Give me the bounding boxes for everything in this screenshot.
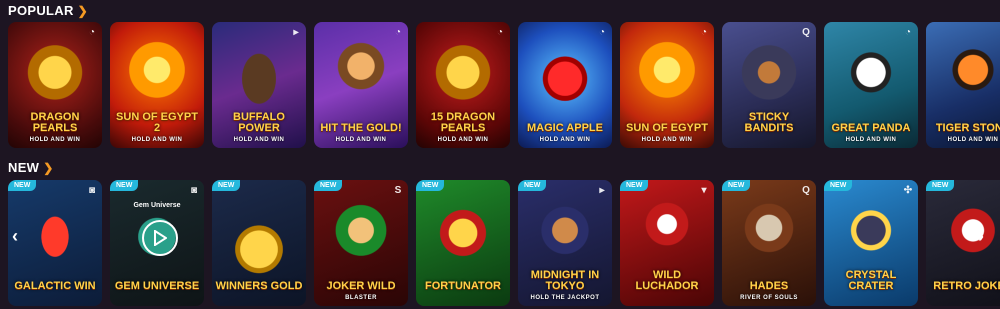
game-subtitle: HOLD AND WIN [947,137,999,143]
game-tile-wild-luchador[interactable]: NEW ▾ WILD LUCHADOR [620,180,714,306]
new-badge: NEW [416,180,445,191]
game-subtitle: HOLD AND WIN [131,137,183,143]
game-subtitle: HOLD AND WIN [335,137,387,143]
game-title: MIDNIGHT IN TOKYO [530,269,600,292]
booongo-icon: ◔ [88,26,96,38]
booongo-icon: ◔ [598,26,606,38]
game-title: GEM UNIVERSE [114,280,200,292]
booongo-icon: ◔ [904,26,912,38]
game-title: STICKY BANDITS [744,111,794,134]
game-title: 15 DRAGON PEARLS [430,111,496,134]
chevron-right-icon: ❯ [43,160,54,175]
quickspin-icon: Q [802,184,810,196]
play-icon[interactable] [142,220,178,256]
game-subtitle: HOLD AND WIN [641,137,693,143]
game-subtitle: HOLD AND WIN [437,137,489,143]
new-badge: NEW [824,180,853,191]
game-tile-gem-universe[interactable]: NEW ◙ Gem Universe GEM UNIVERSE [110,180,204,306]
game-title: GALACTIC WIN [14,280,96,292]
game-title: CRYSTAL CRATER [845,269,897,292]
game-title: WINNERS GOLD [215,280,303,292]
game-title: BUFFALO POWER [233,111,285,134]
game-subtitle: HOLD AND WIN [539,137,591,143]
game-tile-midnight-in-tokyo[interactable]: NEW ▸ MIDNIGHT IN TOKYO HOLD THE JACKPOT [518,180,612,306]
game-tile-joker-wild[interactable]: NEW S JOKER WILD BLASTER [314,180,408,306]
game-title: RETRO JOKER [933,280,1000,292]
game-tile-winners-gold[interactable]: NEW WINNERS GOLD [212,180,306,306]
game-title: SUN OF EGYPT [626,122,708,134]
dice-icon: ✣ [903,184,913,196]
new-badge: NEW [620,180,649,191]
game-title: SUN OF EGYPT 2 [116,111,198,134]
game-tile-galactic-win[interactable]: NEW ◙ GALACTIC WIN [8,180,102,306]
playson-icon: ▸ [293,26,299,38]
game-subtitle: HOLD THE JACKPOT [530,295,600,301]
game-title: HIT THE GOLD! [320,122,402,134]
game-tile-great-panda[interactable]: ◔ GREAT PANDA HOLD AND WIN [824,22,918,148]
game-title: FORTUNATOR [425,280,501,292]
game-title: JOKER WILD [326,280,396,292]
new-badge: NEW [212,180,241,191]
hover-game-title: Gem Universe [133,202,181,209]
new-badge: NEW [518,180,547,191]
game-tile-magic-apple[interactable]: ◔ MAGIC APPLE HOLD AND WIN [518,22,612,148]
game-title: MAGIC APPLE [527,122,603,134]
carousel-next-button[interactable]: › [978,226,984,247]
new-badge: NEW [926,180,955,191]
booongo-icon: ◔ [496,26,504,38]
game-title: DRAGON PEARLS [30,111,80,134]
game-tile-buffalo-power[interactable]: ▸ BUFFALO POWER HOLD AND WIN [212,22,306,148]
booongo-icon: ◔ [394,26,402,38]
new-badge: NEW [8,180,37,191]
popular-games-row: ◔ DRAGON PEARLS HOLD AND WIN SUN OF EGYPT 2… [8,22,1000,148]
game-tile-tiger-stone[interactable]: ◔TIGER STONEHOLD AND WIN [926,22,1000,148]
quickspin-icon: Q [802,26,810,38]
game-tile-hit-the-gold[interactable]: ◔ HIT THE GOLD! HOLD AND WIN [314,22,408,148]
game-tile-crystal-crater[interactable]: NEW ✣ CRYSTAL CRATER [824,180,918,306]
playson-icon: ▸ [599,184,605,196]
game-title: HADES [749,280,789,292]
bgaming-icon: ◙ [88,184,96,196]
game-tile-sun-of-egypt-2[interactable]: SUN OF EGYPT 2 HOLD AND WIN [110,22,204,148]
game-subtitle: BLASTER [345,295,377,301]
game-tile-sun-of-egypt[interactable]: ◔ SUN OF EGYPT HOLD AND WIN [620,22,714,148]
game-subtitle: HOLD AND WIN [29,137,81,143]
booongo-icon: ◔ [700,26,708,38]
carousel-prev-button[interactable]: ‹ [12,226,18,247]
game-tile-retro-joker[interactable]: NEW RETRO JOKER [926,180,1000,306]
new-badge: NEW [110,180,139,191]
game-tile-sticky-bandits[interactable]: Q STICKY BANDITS [722,22,816,148]
game-title: WILD LUCHADOR [635,269,699,292]
new-badge: NEW [722,180,751,191]
game-tile-15-dragon-pearls[interactable]: ◔ 15 DRAGON PEARLS HOLD AND WIN [416,22,510,148]
spinomenal-icon: S [394,184,402,196]
bgaming-icon: ◙ [190,184,198,196]
game-title: TIGER STONE [935,122,1000,134]
game-subtitle: HOLD AND WIN [845,137,897,143]
section-title: NEW [8,160,40,175]
game-tile-hades[interactable]: NEW Q HADES RIVER OF SOULS [722,180,816,306]
game-tile-fortunator[interactable]: NEW FORTUNATOR [416,180,510,306]
game-tile-dragon-pearls[interactable]: ◔ DRAGON PEARLS HOLD AND WIN [8,22,102,148]
chevron-right-icon: ❯ [77,3,88,18]
game-subtitle: HOLD AND WIN [233,137,285,143]
new-games-row: NEW ◙ GALACTIC WIN NEW ◙ Gem Universe GEM UNIV… [8,180,1000,306]
triangle-icon: ▾ [701,184,707,196]
game-subtitle: RIVER OF SOULS [740,295,798,301]
section-header-popular[interactable]: POPULAR ❯ [8,3,88,18]
section-title: POPULAR [8,3,74,18]
section-header-new[interactable]: NEW ❯ [8,160,53,175]
new-badge: NEW [314,180,343,191]
game-title: GREAT PANDA [831,122,911,134]
